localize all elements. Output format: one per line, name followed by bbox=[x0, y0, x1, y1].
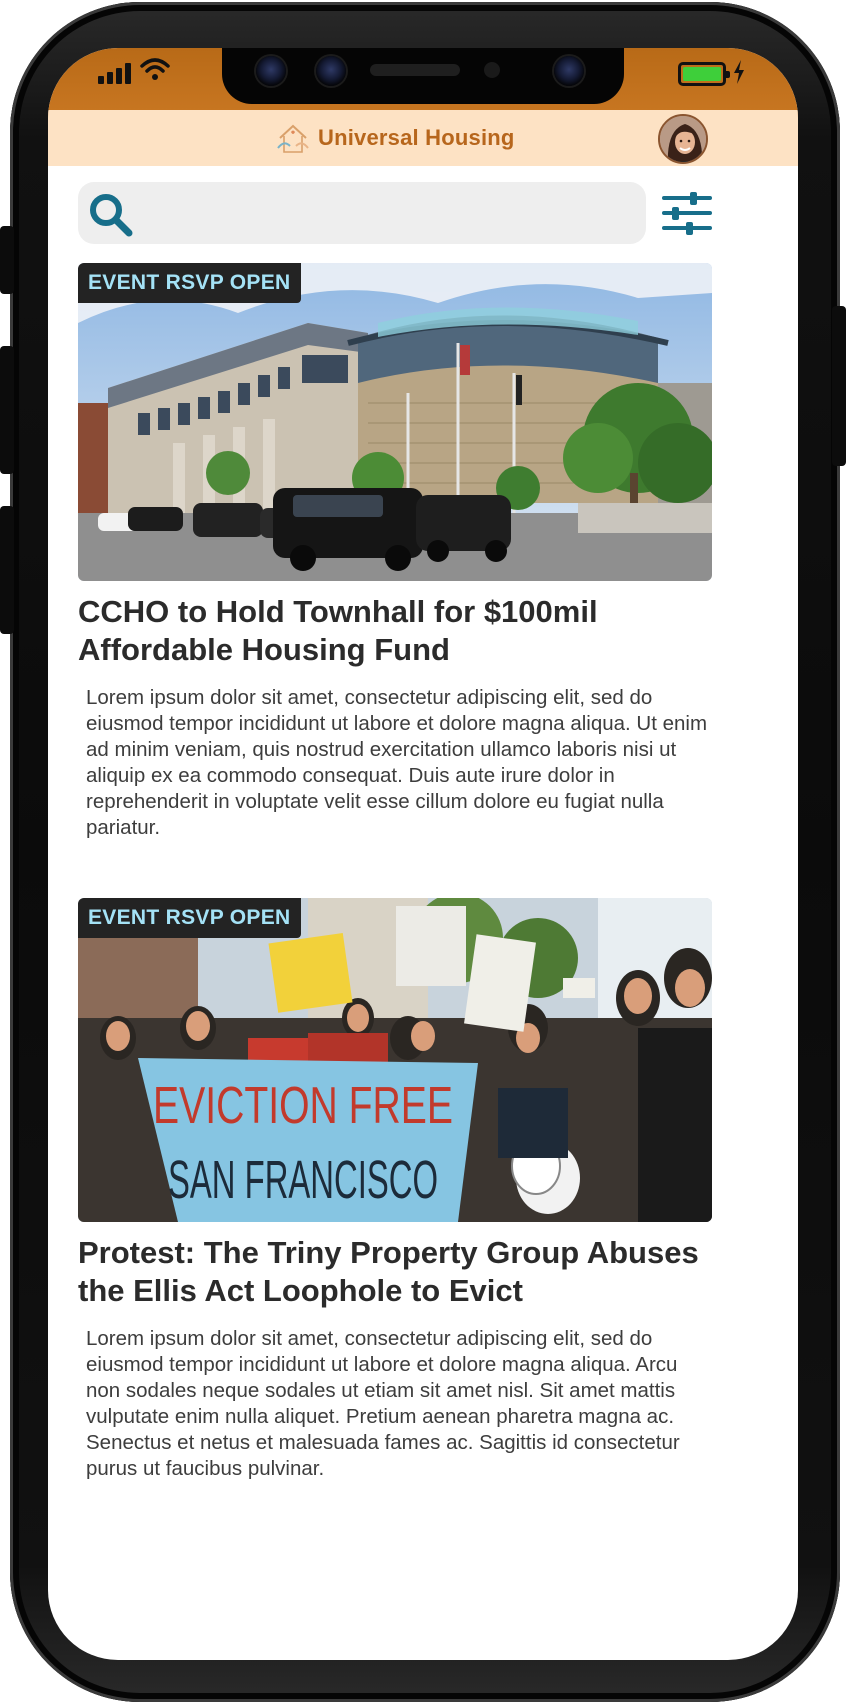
article-body: Lorem ipsum dolor sit amet, consectetur … bbox=[86, 1327, 680, 1480]
phone-screen: Universal Housing EVENT RSVP OPEN CCHO t… bbox=[48, 48, 798, 1660]
search-bar bbox=[78, 182, 646, 244]
house-hands-logo bbox=[277, 124, 309, 153]
sliders-icon[interactable] bbox=[662, 190, 712, 236]
search-input[interactable] bbox=[148, 190, 628, 236]
banner-line-1: EVICTION FREE bbox=[153, 1077, 453, 1135]
search-icon[interactable] bbox=[86, 190, 136, 240]
app-title: Universal Housing bbox=[318, 125, 515, 150]
article-headline[interactable]: CCHO to Hold Townhall for $100mil Afford… bbox=[78, 593, 712, 669]
status-bar bbox=[48, 48, 798, 118]
battery-icon bbox=[678, 62, 730, 86]
banner-line-2: SAN FRANCISCO bbox=[168, 1150, 438, 1210]
lightning-bolt-icon bbox=[734, 60, 744, 84]
app-header: Universal Housing bbox=[48, 110, 798, 166]
wifi-icon bbox=[140, 58, 170, 80]
power-button bbox=[832, 306, 846, 466]
article-headline[interactable]: Protest: The Triny Property Group Abuses… bbox=[78, 1234, 712, 1310]
mute-switch bbox=[0, 226, 14, 294]
article-image[interactable]: EVENT RSVP OPEN bbox=[78, 898, 712, 1222]
protest-photo: EVICTION FREE SAN FRANCISCO bbox=[78, 898, 712, 1222]
avatar[interactable] bbox=[658, 114, 708, 164]
volume-down-button bbox=[0, 506, 14, 634]
courthouse-photo bbox=[78, 263, 712, 581]
article-image[interactable]: EVENT RSVP OPEN bbox=[78, 263, 712, 581]
rsvp-badge: EVENT RSVP OPEN bbox=[78, 263, 301, 303]
article-card[interactable]: EVENT RSVP OPEN bbox=[78, 263, 712, 841]
brand[interactable]: Universal Housing bbox=[274, 116, 515, 160]
article-body: Lorem ipsum dolor sit amet, consectetur … bbox=[86, 686, 708, 839]
cellular-signal-icon bbox=[98, 62, 134, 84]
camera-notch bbox=[222, 48, 624, 104]
rsvp-badge: EVENT RSVP OPEN bbox=[78, 898, 301, 938]
volume-up-button bbox=[0, 346, 14, 474]
article-card[interactable]: EVENT RSVP OPEN bbox=[78, 898, 712, 1482]
